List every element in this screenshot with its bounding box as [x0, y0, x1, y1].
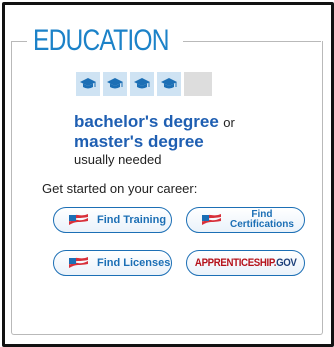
apprenticeship-gov-logo: APPRENTICESHIP.GOV — [195, 257, 297, 269]
education-level-step-4 — [157, 72, 181, 96]
education-level-step-1 — [76, 72, 100, 96]
graduation-cap-icon — [107, 78, 123, 89]
find-training-button[interactable]: Find Training — [53, 207, 172, 233]
education-card: EDUCATION bachelor's degree or master's … — [2, 2, 334, 347]
find-certifications-line-2: Certifications — [230, 219, 294, 230]
career-prompt: Get started on your career: — [42, 181, 198, 196]
graduation-cap-icon — [161, 78, 177, 89]
apprenticeship-gov-text: GOV — [275, 257, 297, 269]
find-training-label: Find Training — [97, 214, 167, 226]
degree-secondary: master's degree — [74, 132, 204, 151]
apprenticeship-main-text: APPRENTICESHIP. — [194, 257, 277, 269]
find-licenses-button[interactable]: Find Licenses — [53, 250, 172, 276]
education-level-step-5-empty — [184, 72, 212, 96]
degree-note: usually needed — [74, 152, 162, 167]
graduation-cap-icon — [134, 78, 150, 89]
flag-icon — [69, 214, 88, 225]
flag-icon — [69, 257, 88, 268]
find-licenses-label: Find Licenses — [97, 257, 171, 269]
find-certifications-label: Find Certifications — [230, 210, 294, 230]
find-certifications-button[interactable]: Find Certifications — [186, 207, 305, 233]
section-title: EDUCATION — [33, 24, 169, 57]
panel-top-border-right — [183, 41, 321, 42]
graduation-cap-icon — [80, 78, 96, 89]
degree-connector: or — [223, 115, 235, 130]
flag-icon — [202, 214, 221, 225]
degree-requirement: bachelor's degree or master's degree usu… — [74, 112, 235, 167]
apprenticeship-gov-button[interactable]: APPRENTICESHIP.GOV — [186, 250, 305, 276]
education-level-indicator — [76, 72, 212, 96]
education-level-step-3 — [130, 72, 154, 96]
panel-top-border-left — [11, 41, 27, 42]
education-level-step-2 — [103, 72, 127, 96]
degree-primary: bachelor's degree — [74, 112, 219, 131]
